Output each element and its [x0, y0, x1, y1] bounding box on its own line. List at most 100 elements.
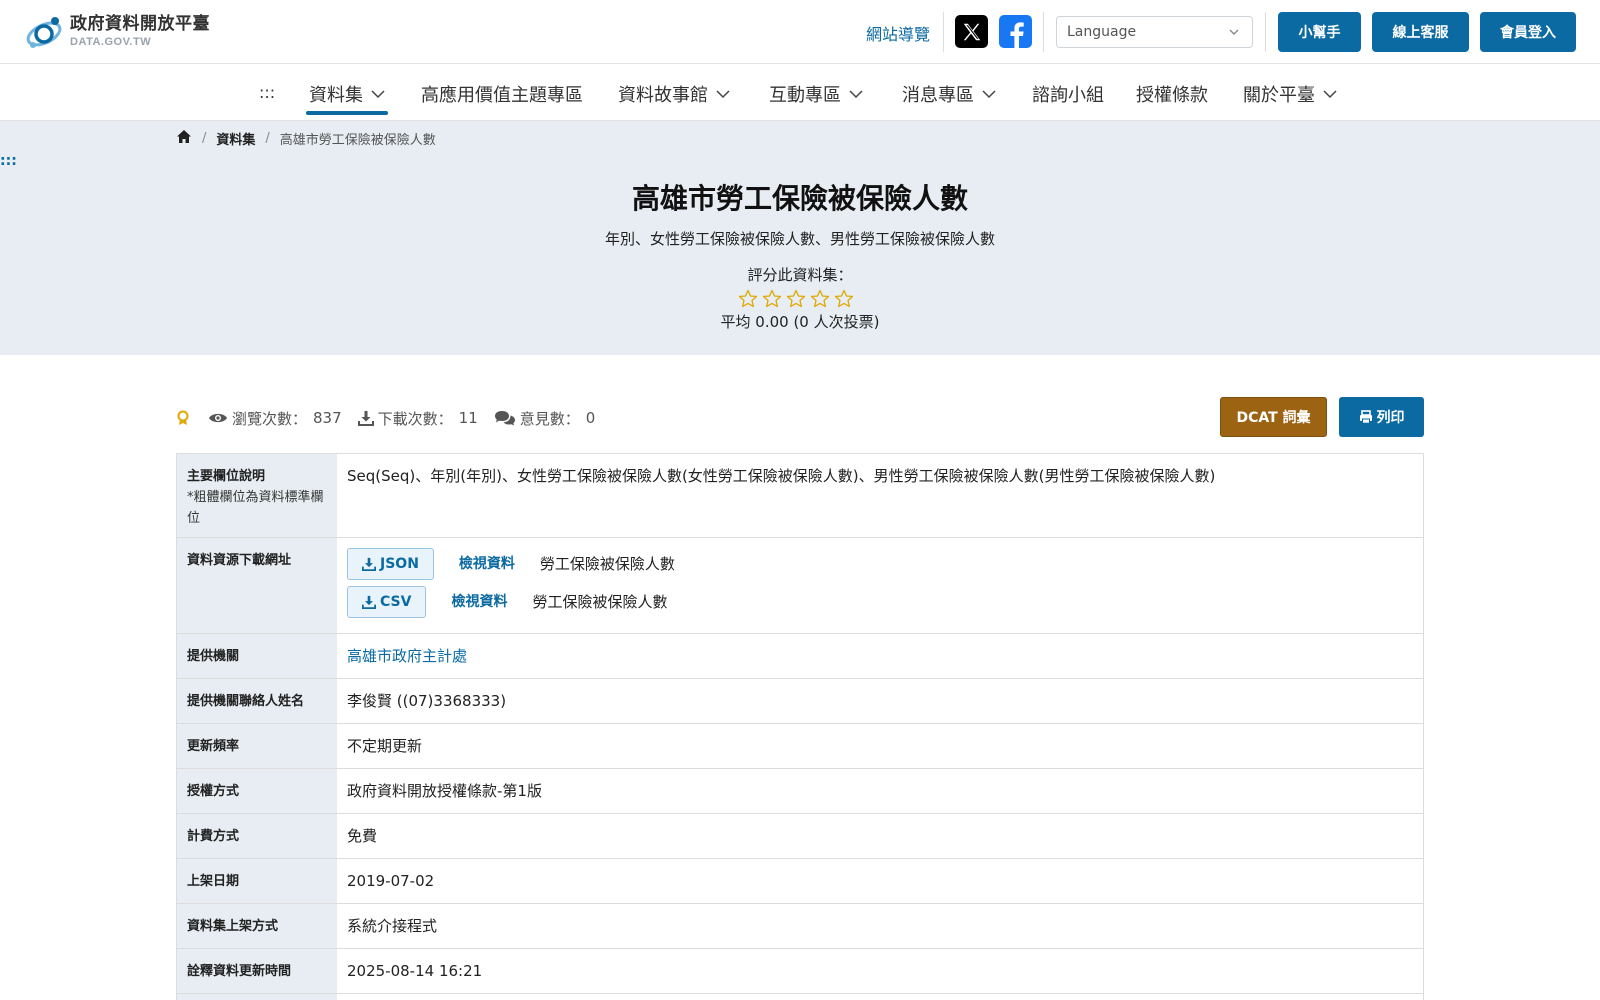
- table-row: [177, 994, 1423, 1000]
- rating-average: 平均 0.00 (0 人次投票): [720, 313, 880, 331]
- star-icon[interactable]: [810, 289, 830, 312]
- view-data-link[interactable]: 檢視資料: [451, 592, 507, 613]
- award-icon: [176, 410, 194, 426]
- home-icon[interactable]: [176, 129, 192, 148]
- fields-note: *粗體欄位為資料標準欄位: [187, 489, 324, 526]
- logo-icon: [24, 12, 64, 52]
- nav-item-interactive[interactable]: 互動專區: [769, 81, 863, 107]
- dataset-hero: / 資料集 / 高雄市勞工保險被保險人數 ::: 高雄市勞工保險被保險人數 年別…: [0, 121, 1600, 355]
- row-header: 主要欄位說明 *粗體欄位為資料標準欄位: [177, 454, 337, 537]
- eye-icon: [209, 413, 227, 423]
- nav-item-label: 高應用價值主題專區: [421, 85, 583, 106]
- chevron-down-icon: [849, 90, 863, 99]
- resources-label: 資料資源下載網址: [177, 538, 337, 633]
- license-label: 授權方式: [177, 769, 337, 813]
- download-icon: [362, 557, 376, 571]
- nav-item-label: 關於平臺: [1243, 85, 1315, 106]
- main-navigation: ::: 資料集 高應用價值主題專區 資料故事館 互動專區 消息專區 諮詢小組 授…: [0, 64, 1600, 121]
- nav-item-label: 消息專區: [902, 85, 974, 106]
- table-row: 詮釋資料更新時間 2025-08-14 16:21: [177, 949, 1423, 994]
- provider-label: 提供機關: [177, 634, 337, 678]
- onshelf-method-value: 系統介接程式: [347, 917, 438, 935]
- table-row: 主要欄位說明 *粗體欄位為資料標準欄位 Seq(Seq)、年別(年別)、女性勞工…: [177, 454, 1423, 538]
- dataset-detail-table: 主要欄位說明 *粗體欄位為資料標準欄位 Seq(Seq)、年別(年別)、女性勞工…: [176, 453, 1424, 1000]
- x-twitter-icon[interactable]: [955, 15, 988, 48]
- table-row: 上架日期 2019-07-02: [177, 859, 1423, 904]
- online-support-button[interactable]: 線上客服: [1372, 12, 1469, 52]
- view-data-link[interactable]: 檢視資料: [459, 554, 515, 575]
- print-button-label: 列印: [1376, 410, 1405, 426]
- comments-label: 意見數：: [519, 409, 580, 428]
- nav-item-news[interactable]: 消息專區: [902, 81, 996, 107]
- chevron-down-icon: [1323, 90, 1337, 99]
- member-login-button[interactable]: 會員登入: [1480, 12, 1576, 52]
- frequency-value: 不定期更新: [347, 737, 423, 755]
- nav-item-data-stories[interactable]: 資料故事館: [618, 81, 730, 107]
- star-icon[interactable]: [834, 289, 854, 312]
- nav-item-license-terms[interactable]: 授權條款: [1136, 81, 1208, 107]
- star-icon[interactable]: [786, 289, 806, 312]
- table-row: 資料集上架方式 系統介接程式: [177, 904, 1423, 949]
- language-select-value: Language: [1067, 24, 1137, 40]
- fields-label: 主要欄位說明: [187, 469, 266, 484]
- helper-button[interactable]: 小幫手: [1278, 12, 1361, 52]
- chevron-down-icon: [1228, 26, 1240, 42]
- license-value: 政府資料開放授權條款-第1版: [347, 782, 542, 800]
- download-icon: [362, 595, 376, 609]
- resource-name: 勞工保險被保險人數: [539, 554, 675, 573]
- fee-label: 計費方式: [177, 814, 337, 858]
- print-icon: [1359, 410, 1372, 424]
- site-logo[interactable]: 政府資料開放平臺 DATA.GOV.TW: [24, 12, 210, 52]
- onshelf-method-label: 資料集上架方式: [177, 904, 337, 948]
- metadata-update-value: 2025-08-14 16:21: [347, 962, 483, 980]
- provider-link[interactable]: 高雄市政府主計處: [347, 647, 467, 665]
- views-label: 瀏覽次數：: [232, 409, 308, 428]
- contact-label: 提供機關聯絡人姓名: [177, 679, 337, 723]
- dataset-stats: 瀏覽次數： 837 下載次數： 11 意見數： 0: [176, 406, 611, 430]
- facebook-icon[interactable]: [999, 15, 1032, 48]
- header-divider: [1265, 12, 1266, 52]
- table-row: 資料資源下載網址 JSON 檢視資料 勞工保險被保險人數 CSV 檢視資料 勞工…: [177, 538, 1423, 634]
- dataset-description: 年別、女性勞工保險被保險人數、男性勞工保險被保險人數: [604, 230, 995, 248]
- views-count: 837: [313, 409, 342, 427]
- comments-icon: [494, 411, 515, 426]
- frequency-label: 更新頻率: [177, 724, 337, 768]
- row-header: [177, 994, 337, 1000]
- language-select[interactable]: Language: [1056, 16, 1253, 48]
- chevron-down-icon: [371, 90, 385, 99]
- breadcrumb-separator: /: [265, 131, 270, 146]
- table-row: 提供機關 高雄市政府主計處: [177, 634, 1423, 679]
- download-csv-button[interactable]: CSV: [347, 586, 427, 618]
- logo-title: 政府資料開放平臺: [70, 14, 210, 34]
- nav-item-about[interactable]: 關於平臺: [1243, 81, 1337, 107]
- breadcrumb-datasets-link[interactable]: 資料集: [216, 129, 255, 148]
- contact-value: 李俊賢 ((07)3368333): [347, 692, 507, 710]
- nav-item-label: 資料集: [309, 85, 363, 106]
- table-row: 提供機關聯絡人姓名 李俊賢 ((07)3368333): [177, 679, 1423, 724]
- nav-item-label: 資料故事館: [618, 85, 708, 106]
- download-json-button[interactable]: JSON: [347, 548, 434, 580]
- star-icon[interactable]: [762, 289, 782, 312]
- star-icon[interactable]: [738, 289, 758, 312]
- site-header: 政府資料開放平臺 DATA.GOV.TW 網站導覽 Language 小幫手 線…: [0, 0, 1600, 64]
- dcat-vocabulary-button[interactable]: DCAT 詞彙: [1220, 397, 1327, 437]
- sitemap-link[interactable]: 網站導覽: [866, 21, 930, 45]
- table-row: 授權方式 政府資料開放授權條款-第1版: [177, 769, 1423, 814]
- logo-subtitle: DATA.GOV.TW: [70, 36, 152, 48]
- nav-accesskey-anchor[interactable]: :::: [259, 83, 275, 102]
- metadata-update-label: 詮釋資料更新時間: [177, 949, 337, 993]
- nav-item-advisory-group[interactable]: 諮詢小組: [1032, 81, 1104, 107]
- content-accesskey-anchor[interactable]: :::: [0, 153, 17, 169]
- nav-item-high-value-topics[interactable]: 高應用價值主題專區: [421, 81, 583, 107]
- chevron-down-icon: [982, 90, 996, 99]
- comments-count: 0: [585, 409, 596, 427]
- row-value: [337, 994, 1423, 1000]
- breadcrumb-current: 高雄市勞工保險被保險人數: [279, 133, 436, 148]
- header-divider: [1043, 12, 1044, 52]
- print-button[interactable]: 列印: [1339, 397, 1424, 437]
- nav-item-datasets[interactable]: 資料集: [309, 81, 385, 107]
- downloads-stat: 下載次數： 11: [357, 408, 478, 429]
- rating-stars[interactable]: [738, 289, 858, 312]
- fields-value: Seq(Seq)、年別(年別)、女性勞工保險被保險人數(女性勞工保險被保險人數)…: [347, 467, 1216, 485]
- format-label: CSV: [380, 593, 412, 610]
